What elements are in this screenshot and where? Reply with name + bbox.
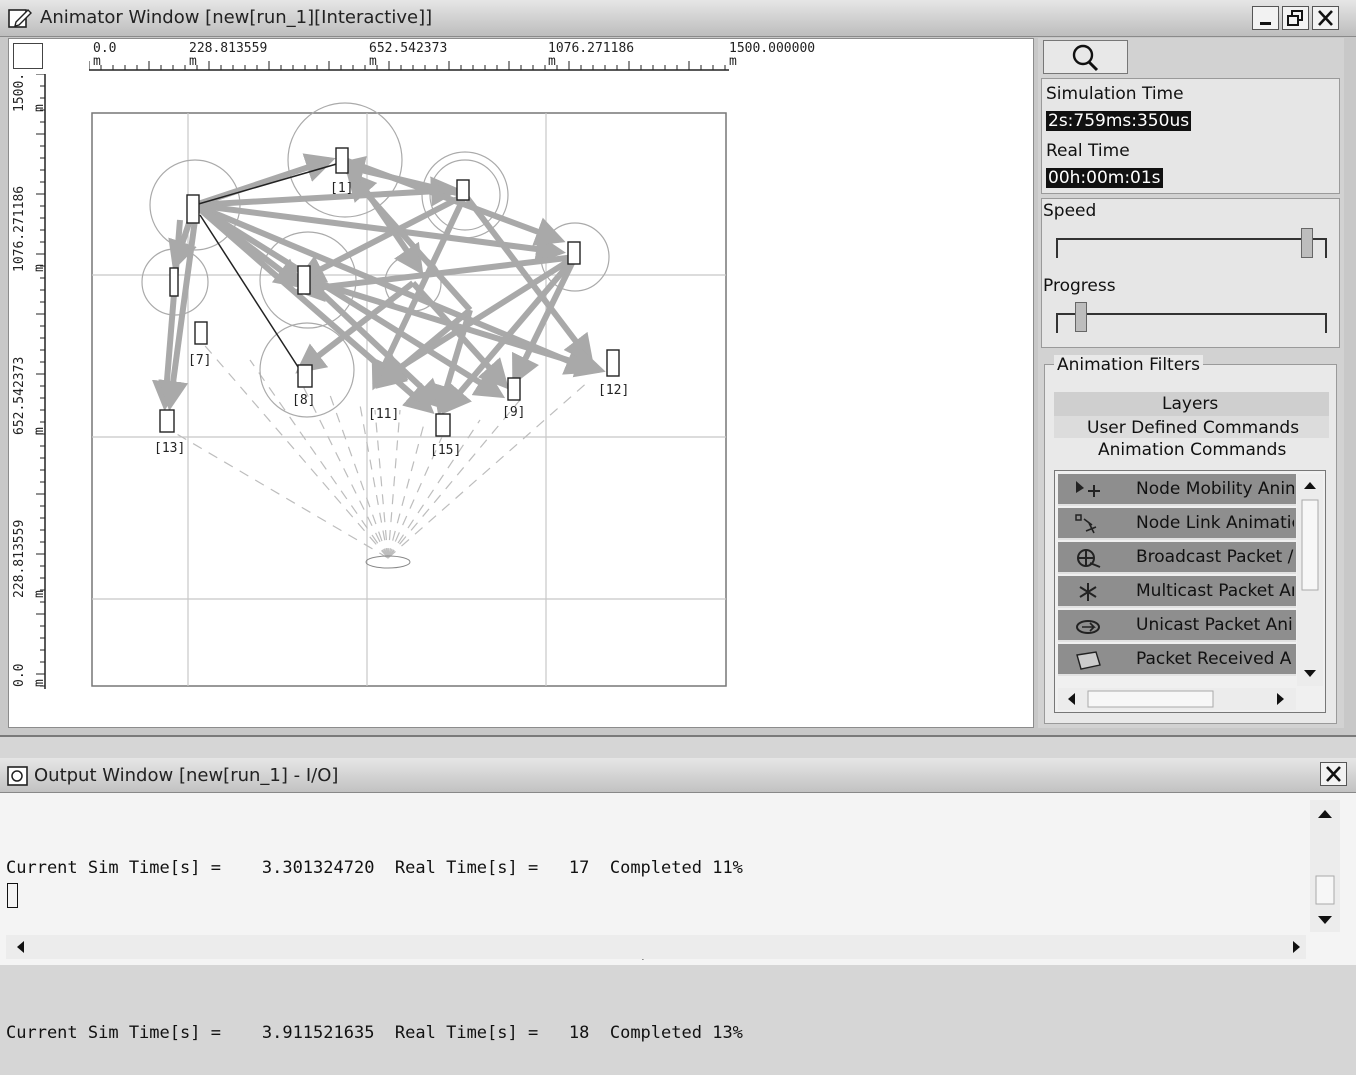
sim-time-value: 2s:759ms:350us — [1046, 111, 1192, 131]
progress-label: Progress — [1043, 276, 1116, 296]
filter-item-label: Node Link Animatic — [1136, 513, 1294, 533]
output-line: Current Sim Time[s] = 3.301324720 Real T… — [6, 858, 743, 878]
speed-slider-thumb[interactable] — [1301, 228, 1313, 258]
filter-item-label: Multicast Packet Ar — [1136, 581, 1294, 601]
node-label-7: [7] — [188, 353, 212, 368]
vscroll-arrows — [1301, 482, 1319, 677]
broadcast-icon — [1077, 549, 1101, 568]
output-vscroll[interactable] — [1310, 800, 1340, 932]
restore-icon — [1287, 10, 1303, 26]
network-scene — [91, 102, 727, 687]
filters-label: Animation Filters — [1054, 355, 1204, 375]
close-button[interactable] — [1312, 6, 1339, 30]
text-cursor[interactable] — [7, 883, 18, 908]
filter-item-label: Node Mobility Anim — [1136, 479, 1294, 499]
node-label-1: [1] — [330, 181, 354, 196]
unicast-icon — [1076, 620, 1100, 634]
hscroll-arrows — [1068, 690, 1284, 708]
filter-item-packet-received[interactable]: Packet Received A — [1058, 644, 1296, 676]
mobility-icon — [1076, 481, 1100, 497]
progress-slider-thumb[interactable] — [1075, 302, 1087, 332]
node-label-13: [13] — [154, 441, 186, 456]
filter-item-label: Packet Received A — [1136, 649, 1292, 669]
filter-item-label: Unicast Packet Ani — [1136, 615, 1293, 635]
output-vscroll-arrows — [1315, 810, 1335, 924]
minimize-button[interactable] — [1252, 6, 1279, 30]
real-time-label: Real Time — [1046, 141, 1130, 161]
node-label-11: [11] — [368, 407, 400, 422]
speed-slider[interactable] — [1056, 238, 1327, 258]
output-window-icon — [7, 766, 28, 786]
node-label-8: [8] — [292, 393, 316, 408]
filter-item-node-link[interactable]: Node Link Animatic — [1058, 508, 1296, 540]
packet-arrows — [151, 153, 606, 416]
output-line: Current Sim Time[s] = 3.911521635 Real T… — [6, 1023, 743, 1043]
output-hscroll-arrows — [17, 941, 1300, 953]
zoom-button[interactable] — [1043, 40, 1128, 74]
node-label-9: [9] — [502, 405, 526, 420]
output-titlebar[interactable]: Output Window [new[run_1] - I/O] — [0, 758, 1356, 793]
progress-slider[interactable] — [1056, 313, 1327, 333]
tab-animation-commands[interactable]: Animation Commands — [1098, 440, 1286, 460]
filter-item-broadcast-packet[interactable]: Broadcast Packet / — [1058, 542, 1296, 574]
output-close-button[interactable] — [1320, 762, 1347, 786]
speed-label: Speed — [1043, 201, 1097, 221]
close-icon — [1318, 10, 1333, 26]
restore-button[interactable] — [1282, 6, 1309, 30]
output-title: Output Window [new[run_1] - I/O] — [34, 765, 339, 786]
filter-list-hscroll[interactable] — [1058, 688, 1296, 710]
tab-user-defined-commands[interactable]: User Defined Commands — [1087, 418, 1299, 438]
minimize-icon — [1260, 22, 1271, 25]
link-icon — [1075, 514, 1097, 534]
real-time-value: 00h:00m:01s — [1046, 168, 1163, 188]
filter-item-unicast-packet[interactable]: Unicast Packet Ani — [1058, 610, 1296, 642]
node-label-15: [15] — [430, 443, 462, 458]
received-icon — [1076, 651, 1101, 670]
filter-item-label: Broadcast Packet / — [1136, 547, 1294, 567]
close-icon — [1326, 766, 1341, 782]
filter-list-vscroll[interactable] — [1297, 474, 1323, 686]
node-label-12: [12] — [598, 383, 630, 398]
filter-item-multicast-packet[interactable]: Multicast Packet Ar — [1058, 576, 1296, 608]
magnifier-icon — [1072, 44, 1099, 72]
sim-time-label: Simulation Time — [1046, 84, 1184, 104]
tab-layers[interactable]: Layers — [1162, 394, 1218, 414]
output-hscroll[interactable] — [6, 935, 1306, 959]
filter-item-node-mobility[interactable]: Node Mobility Anim — [1058, 474, 1296, 506]
multicast-icon — [1079, 583, 1097, 601]
